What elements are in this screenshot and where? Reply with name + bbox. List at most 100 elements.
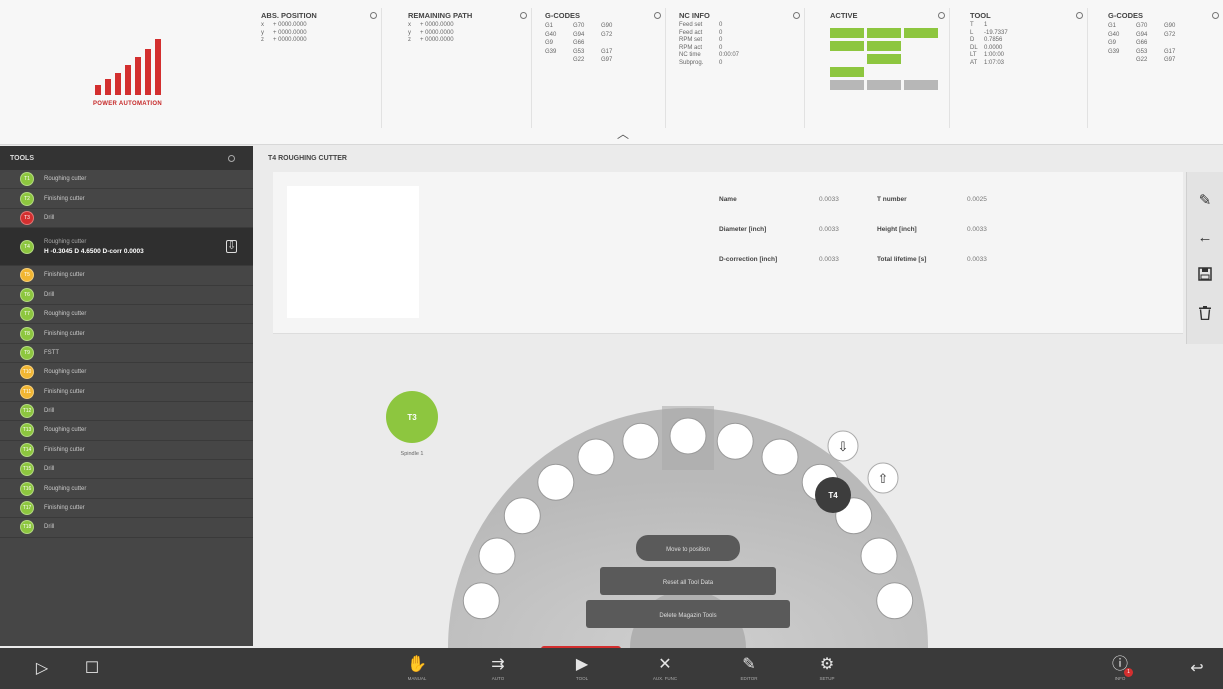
tool-list-item[interactable]: T15 Drill [0, 460, 253, 480]
tool-label: Finishing cutter [44, 272, 85, 279]
tool-status-icon: T17 [20, 501, 34, 516]
tool-status-icon: T4 [20, 239, 34, 254]
axis-label: z [261, 37, 264, 43]
tool-list-item[interactable]: T2 Finishing cutter [0, 189, 253, 209]
tool-list-item[interactable]: T13 Roughing cutter [0, 421, 253, 441]
active-chip [830, 67, 864, 77]
tool-status-icon: T12 [20, 404, 34, 419]
field-value: 0.0033 [819, 196, 839, 203]
spindle-caption: Spindle 1 [400, 451, 424, 457]
gcode-cell: G9 [1108, 40, 1117, 46]
gcode-cell: G94 [1136, 31, 1148, 38]
tool-list-item[interactable]: T5 Finishing cutter [0, 266, 253, 286]
active-chip [830, 80, 864, 90]
nav-editor[interactable]: ✎ EDITOR [727, 648, 771, 689]
gcode-cell: G22 [1136, 57, 1148, 63]
magazine-slot[interactable] [761, 438, 799, 476]
tool-list-item[interactable]: T9 FSTT [0, 344, 253, 364]
field-value: 0.0033 [967, 256, 987, 263]
magazine-slot[interactable] [716, 422, 754, 460]
tool-list-item[interactable]: T16 Roughing cutter [0, 479, 253, 499]
unload-tool-button[interactable]: ⇧ [867, 462, 899, 494]
nav-auto[interactable]: ⇉ AUTO [476, 648, 520, 689]
settings-icon[interactable] [1076, 11, 1083, 19]
chevron-up-icon[interactable]: ︿ [617, 125, 629, 142]
tool-list-item[interactable]: T7 Roughing cutter [0, 305, 253, 325]
tool-list-item[interactable]: T1 Roughing cutter [0, 170, 253, 190]
logo-text: POWER AUTOMATION [92, 100, 163, 107]
magazine-slot[interactable] [478, 537, 516, 575]
magazine-slot[interactable] [622, 422, 660, 460]
tool-status-icon: T14 [20, 442, 34, 457]
auto-icon: ⇉ [491, 656, 505, 673]
load-tool-icon[interactable]: ⇩ [226, 240, 237, 254]
magazine-slot[interactable] [860, 537, 898, 575]
tool-image [287, 186, 419, 318]
settings-icon[interactable] [370, 11, 377, 19]
tool-status-icon: T7 [20, 307, 34, 322]
settings-icon[interactable] [654, 11, 661, 19]
settings-icon[interactable] [938, 11, 945, 19]
editor-icon: ✎ [742, 656, 756, 673]
arrow-left-icon[interactable]: ← [1196, 230, 1214, 245]
gcode-cell [1108, 56, 1136, 65]
settings-icon[interactable] [520, 11, 527, 19]
field-label: Total lifetime [s] [877, 256, 927, 263]
tool-label: Roughing cutter [44, 485, 87, 492]
play-button[interactable]: ▷ [28, 648, 56, 689]
stop-button[interactable]: ☐ [78, 648, 106, 689]
save-icon[interactable] [1196, 267, 1214, 284]
magazine-slot[interactable] [577, 438, 615, 476]
info-badge: 1 [1124, 668, 1133, 677]
tool-list-item[interactable]: T8 Finishing cutter [0, 324, 253, 344]
nc-info-value: 0 [719, 37, 723, 43]
magazine-slot[interactable] [462, 582, 500, 620]
tool-detail-card: Name 0.0033 T number 0.0025 Diameter [in… [273, 172, 1183, 334]
tool-status-icon: T11 [20, 384, 34, 399]
nav-info[interactable]: ⓘ INFO [1098, 648, 1142, 689]
active-chip [867, 41, 901, 51]
tool-label: Drill [44, 408, 55, 415]
nav-aux-func[interactable]: ✕ AUX. FUNC [638, 648, 692, 689]
stop-icon: ☐ [84, 659, 100, 677]
tool-label: Finishing cutter [44, 505, 85, 512]
axis-value: + 0000.0000 [420, 29, 454, 36]
field-label: Height [inch] [877, 226, 917, 233]
tool-status-icon: T10 [20, 365, 34, 380]
tool-list-item[interactable]: T14 Finishing cutter [0, 441, 253, 461]
field-d-correction: D-correction [inch] 0.0033 [719, 256, 839, 263]
magazine-slot[interactable] [503, 497, 541, 535]
axis-value: + 0000.0000 [420, 22, 454, 28]
tool-list-item[interactable]: T6 Drill [0, 286, 253, 305]
trash-icon[interactable] [1196, 306, 1214, 323]
settings-icon[interactable] [1212, 11, 1219, 19]
nc-info-key: Feed set [679, 22, 703, 28]
magazine-slot[interactable] [669, 417, 707, 455]
magazine-active-tool-label: T4 [828, 491, 838, 500]
tool-list-item[interactable]: T12 Drill [0, 402, 253, 422]
settings-icon[interactable] [228, 154, 235, 162]
tool-magazine[interactable]: T4 ⇩ ⇧ Move to position Reset all Tool D… [440, 400, 940, 648]
nav-tool[interactable]: ▶ TOOL [560, 648, 604, 689]
axis-label: x [261, 22, 264, 28]
tool-list-item[interactable]: T3 Drill [0, 209, 253, 229]
sidebar-header: TOOLS [0, 146, 253, 170]
load-tool-button[interactable]: ⇩ [827, 430, 859, 462]
settings-icon[interactable] [793, 11, 800, 19]
tool-list-item[interactable]: T17 Finishing cutter [0, 499, 253, 519]
tool-list-item[interactable]: T4 Roughing cutter H -0.3045 D 4.6500 D-co… [0, 228, 253, 267]
axis-value: + 0000.0000 [273, 29, 307, 36]
axis-label: y [261, 29, 264, 36]
tool-list-item[interactable]: T18 Drill [0, 518, 253, 538]
magazine-slot[interactable] [876, 582, 914, 620]
tool-list-item[interactable]: T10 Roughing cutter [0, 363, 253, 383]
spindle-tool[interactable]: T3 [386, 391, 438, 443]
pencil-icon[interactable]: ✎ [1196, 193, 1214, 208]
nc-info-panel: NC INFO Feed set 0 Feed act 0 RPM set 0 RPM… [675, 8, 805, 128]
magazine-slot[interactable] [537, 463, 575, 501]
nc-info-key: RPM act [679, 44, 703, 51]
back-button[interactable]: ↩ [1180, 648, 1214, 689]
tool-list-item[interactable]: T11 Finishing cutter [0, 383, 253, 402]
nav-manual[interactable]: ✋ MANUAL [395, 648, 439, 689]
nav-setup[interactable]: ⚙ SETUP [805, 648, 849, 689]
